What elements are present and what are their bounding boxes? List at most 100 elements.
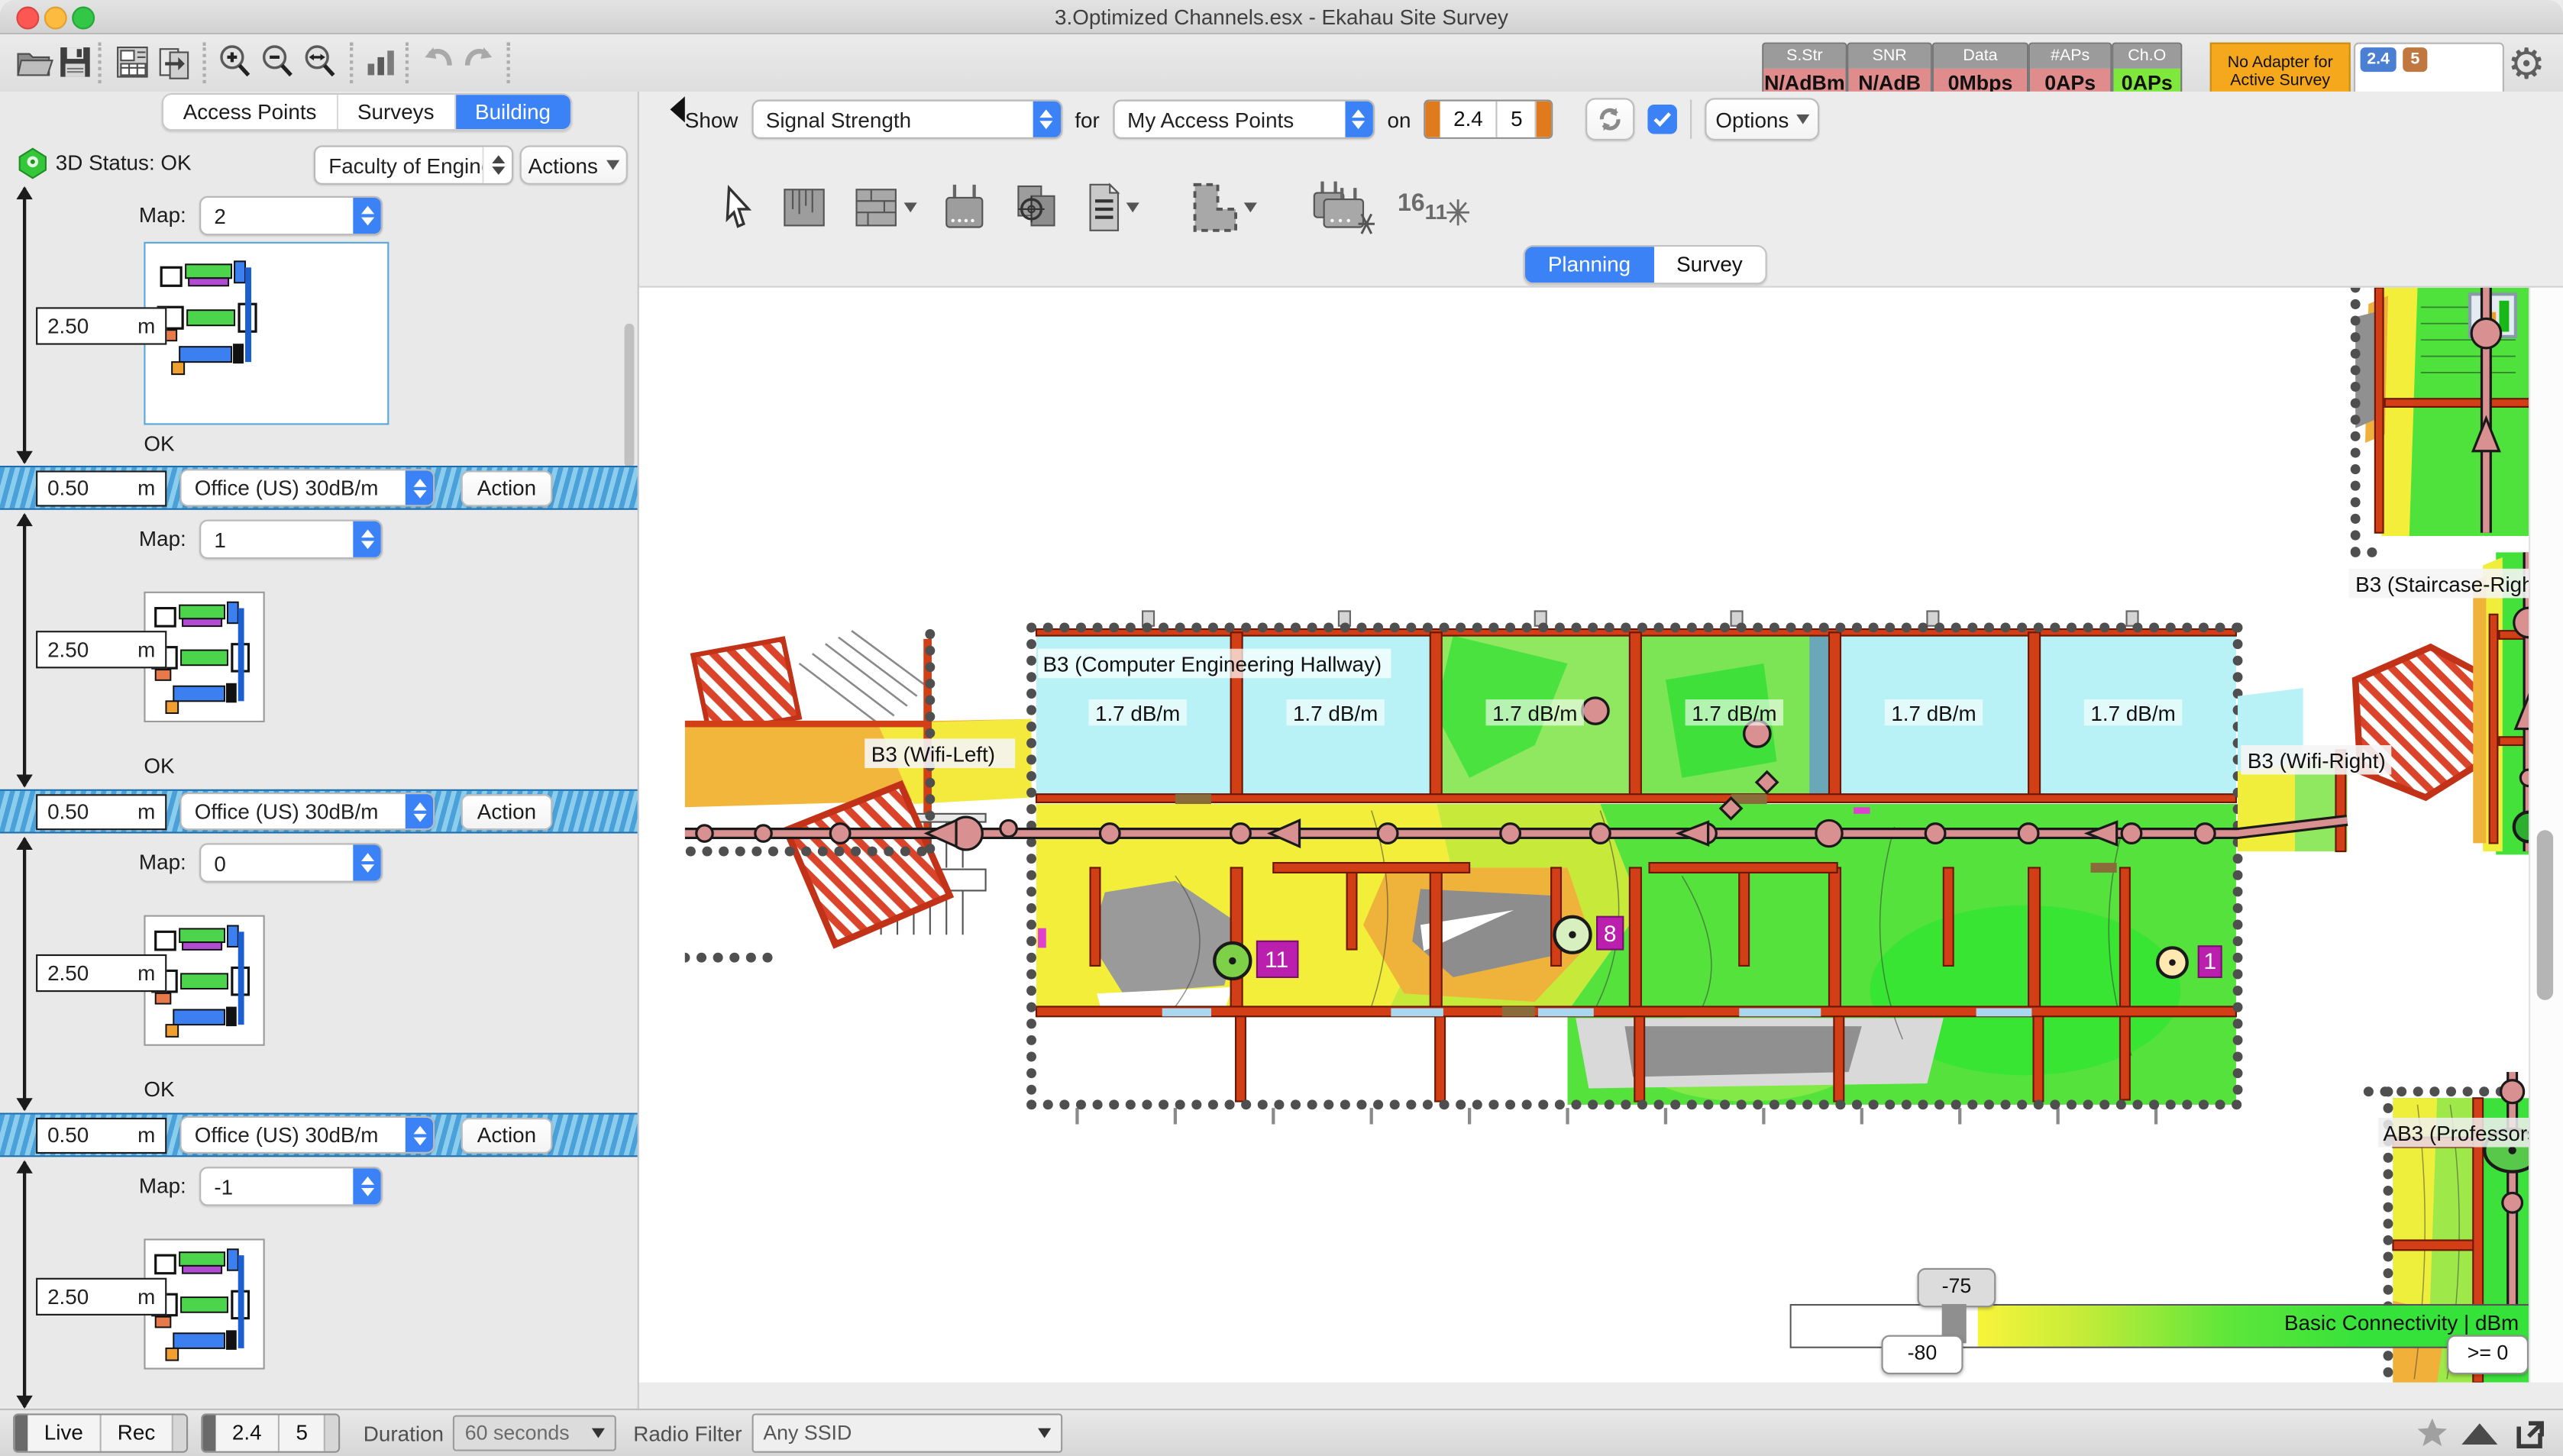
undo-button[interactable] bbox=[415, 41, 458, 84]
bar-chart-icon bbox=[363, 44, 399, 80]
survey-point[interactable] bbox=[1582, 698, 1608, 724]
divider-action-button[interactable]: Action bbox=[461, 1117, 553, 1153]
chevron-down-icon bbox=[1126, 202, 1139, 212]
tab-building[interactable]: Building bbox=[455, 95, 570, 129]
channel-16-label: 16 bbox=[1398, 189, 1425, 217]
divider-height-field[interactable]: 0.50m bbox=[36, 793, 166, 829]
legend-max-value[interactable]: >= 0 bbox=[2447, 1335, 2529, 1374]
wifi-left-label: B3 (Wifi-Left) bbox=[871, 742, 995, 766]
height-unit: m bbox=[137, 476, 155, 500]
divider-height-field[interactable]: 0.50m bbox=[36, 470, 166, 505]
stepper-icon[interactable] bbox=[406, 794, 433, 828]
toolbar-separator bbox=[202, 43, 205, 84]
actions-button[interactable]: Actions bbox=[520, 145, 628, 184]
stepper-icon[interactable] bbox=[406, 1118, 433, 1152]
settings-gear-icon[interactable] bbox=[2507, 39, 2545, 89]
divider-height-field[interactable]: 0.50m bbox=[36, 1117, 166, 1153]
zoom-out-button[interactable] bbox=[257, 41, 299, 84]
floor-2-height-field[interactable]: 2.50m bbox=[36, 307, 166, 344]
wall-tool[interactable] bbox=[852, 183, 917, 232]
divider-material-select[interactable]: Office (US) 30dB/m bbox=[179, 1116, 435, 1154]
note-tool[interactable] bbox=[1084, 182, 1139, 234]
tab-access-points[interactable]: Access Points bbox=[163, 95, 338, 129]
attenuation-area-tool[interactable] bbox=[780, 183, 829, 232]
tab-survey[interactable]: Survey bbox=[1653, 247, 1766, 282]
redo-button[interactable] bbox=[459, 41, 502, 84]
stepper-icon[interactable] bbox=[1345, 102, 1372, 137]
floor-minus1-map-select[interactable]: -1 bbox=[199, 1167, 383, 1206]
legend-handle-75[interactable]: -75 bbox=[1918, 1268, 1996, 1307]
survey-tool[interactable] bbox=[1012, 182, 1061, 234]
stepper-icon[interactable] bbox=[482, 147, 512, 183]
channels-tool[interactable]: 16 11 bbox=[1398, 189, 1470, 225]
band-5-toggle[interactable]: 5 bbox=[1496, 102, 1536, 137]
band-24-button[interactable]: 2.4 bbox=[215, 1415, 277, 1451]
floor-2-thumbnail-selected[interactable] bbox=[144, 242, 389, 425]
floor-1-height-field[interactable]: 2.50m bbox=[36, 631, 166, 668]
band-24-toggle[interactable]: 2.4 bbox=[1440, 102, 1496, 137]
stepper-icon[interactable] bbox=[406, 470, 433, 505]
open-file-button[interactable] bbox=[13, 41, 56, 84]
ap-filter-select[interactable]: My Access Points bbox=[1113, 100, 1374, 139]
stepper-icon[interactable] bbox=[1033, 102, 1060, 137]
radio-filter-select[interactable]: Any SSID bbox=[751, 1413, 1062, 1452]
options-button[interactable]: Options bbox=[1705, 98, 1820, 140]
building-select[interactable]: Faculty of Engineering bbox=[314, 145, 513, 184]
toolbar-separator bbox=[350, 43, 353, 84]
stat-label: Data bbox=[1934, 44, 2027, 69]
floor-0-height-field[interactable]: 2.50m bbox=[36, 954, 166, 992]
auto-refresh-checkbox[interactable] bbox=[1648, 105, 1678, 134]
sidebar-scrollbar[interactable] bbox=[625, 324, 635, 467]
chevron-down-icon bbox=[606, 160, 619, 170]
band-right-cap[interactable] bbox=[1536, 102, 1552, 137]
export-project-button[interactable] bbox=[154, 41, 196, 84]
tab-surveys[interactable]: Surveys bbox=[338, 95, 455, 129]
live-rec-control: Live Rec bbox=[13, 1413, 188, 1452]
visualization-select[interactable]: Signal Strength bbox=[751, 100, 1062, 139]
simulated-ap-tool[interactable] bbox=[1303, 178, 1375, 237]
floor-1-map-select[interactable]: 1 bbox=[199, 520, 383, 559]
statistics-button[interactable] bbox=[360, 41, 402, 84]
rec-button[interactable]: Rec bbox=[99, 1415, 171, 1451]
tab-planning[interactable]: Planning bbox=[1525, 247, 1653, 282]
stepper-icon[interactable] bbox=[353, 521, 380, 557]
floor-2-map-select[interactable]: 2 bbox=[199, 196, 383, 235]
divider-action-button[interactable]: Action bbox=[461, 793, 553, 829]
mountain-triangle-icon[interactable] bbox=[2461, 1422, 2497, 1444]
app-window: 3.Optimized Channels.esx - Ekahau Site S… bbox=[0, 0, 2563, 1454]
for-label: for bbox=[1075, 107, 1099, 131]
floor-map-canvas[interactable]: 11 8 1 B3 (Computer Engineering Hallway)… bbox=[685, 288, 2563, 1383]
divider-action-button[interactable]: Action bbox=[461, 470, 553, 505]
zoom-fit-button[interactable] bbox=[299, 41, 342, 84]
stepper-icon[interactable] bbox=[353, 198, 380, 234]
floor-0-map-select[interactable]: 0 bbox=[199, 843, 383, 882]
zone-tool[interactable] bbox=[1185, 179, 1257, 235]
divider-material-select[interactable]: Office (US) 30dB/m bbox=[179, 469, 435, 506]
stepper-icon[interactable] bbox=[353, 845, 380, 881]
reports-button[interactable] bbox=[112, 41, 154, 84]
channel-11-label: 11 bbox=[1425, 199, 1447, 224]
vertical-scrollbar[interactable] bbox=[2537, 830, 2553, 1000]
floor-2-status: OK bbox=[144, 431, 174, 456]
stepper-icon[interactable] bbox=[353, 1168, 380, 1204]
refresh-button[interactable] bbox=[1586, 98, 1635, 140]
wall-divider-row: 0.50m Office (US) 30dB/m Action bbox=[0, 466, 638, 510]
band-5-button[interactable]: 5 bbox=[278, 1415, 324, 1451]
report-form-icon bbox=[115, 44, 150, 80]
legend-min-value[interactable]: -80 bbox=[1881, 1335, 1963, 1374]
export-pages-icon bbox=[155, 43, 194, 82]
floor-minus1-height-field[interactable]: 2.50m bbox=[36, 1278, 166, 1316]
duration-select[interactable]: 60 seconds bbox=[454, 1415, 617, 1451]
band-left-cap[interactable] bbox=[1426, 102, 1440, 137]
drawing-tools: 16 11 bbox=[721, 172, 1470, 244]
zoom-in-button[interactable] bbox=[214, 41, 257, 84]
access-point-tool[interactable] bbox=[940, 182, 989, 234]
save-button[interactable] bbox=[54, 41, 97, 84]
favorite-star-icon[interactable] bbox=[2416, 1417, 2448, 1450]
chevron-down-icon bbox=[1244, 202, 1257, 212]
collapse-sidebar-icon[interactable] bbox=[671, 96, 685, 122]
live-button[interactable]: Live bbox=[27, 1415, 99, 1451]
divider-material-select[interactable]: Office (US) 30dB/m bbox=[179, 793, 435, 830]
select-tool[interactable] bbox=[721, 185, 757, 231]
export-share-icon[interactable] bbox=[2514, 1417, 2547, 1450]
